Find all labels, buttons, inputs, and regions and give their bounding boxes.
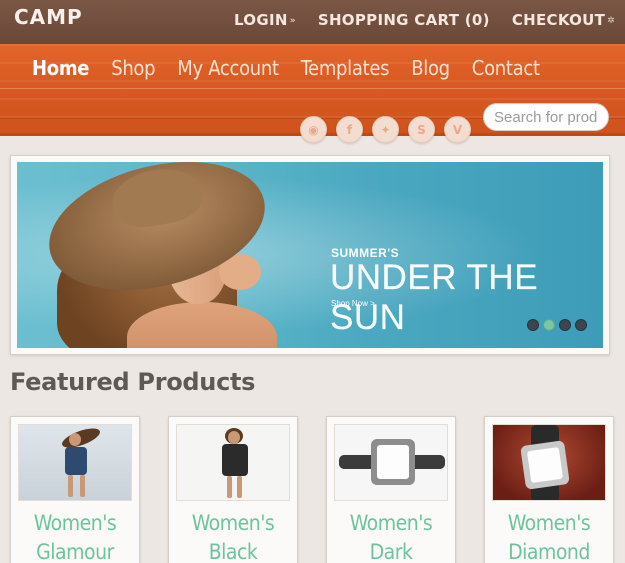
twitter-icon[interactable]: ✦	[372, 116, 399, 143]
nav-item-home[interactable]: Home	[32, 56, 89, 80]
product-image	[492, 424, 606, 501]
main-menu: Home Shop My Account Templates Blog Cont…	[32, 56, 540, 80]
slider-dot-active[interactable]	[543, 319, 555, 331]
login-link[interactable]: LOGIN»	[234, 11, 296, 29]
featured-products-title: Featured Products	[10, 368, 256, 396]
product-name[interactable]: Women's Dark	[327, 509, 455, 563]
rss-glyph: ◉	[308, 122, 319, 137]
figure-leg	[68, 475, 73, 497]
shop-now-link[interactable]: Shop Now >	[331, 299, 375, 308]
slider-dot[interactable]	[575, 319, 587, 331]
nav-item-shop[interactable]: Shop	[111, 56, 155, 80]
slider-dot[interactable]	[527, 319, 539, 331]
facebook-icon[interactable]: f	[336, 116, 363, 143]
social-links: ◉ f ✦ S V	[300, 116, 471, 143]
nav-divider	[0, 88, 625, 89]
nav-item-my-account[interactable]: My Account	[177, 56, 279, 80]
product-image	[18, 424, 132, 501]
skype-icon[interactable]: S	[408, 116, 435, 143]
rss-icon[interactable]: ◉	[300, 116, 327, 143]
figure-head	[228, 431, 240, 444]
figure-leg	[227, 476, 232, 498]
nav-item-contact[interactable]: Contact	[472, 56, 540, 80]
figure-leg	[237, 476, 242, 498]
vimeo-icon[interactable]: V	[444, 116, 471, 143]
cart-label: SHOPPING CART (0)	[317, 11, 490, 29]
slider-dot[interactable]	[559, 319, 571, 331]
twitter-glyph: ✦	[380, 122, 391, 137]
vimeo-glyph: V	[452, 122, 463, 137]
product-name[interactable]: Women's Black	[169, 509, 297, 563]
product-name[interactable]: Women's Glamour	[11, 509, 139, 563]
login-label: LOGIN	[233, 11, 288, 29]
product-card[interactable]: Women's Black	[168, 416, 298, 563]
skype-glyph: S	[417, 122, 426, 137]
product-image	[176, 424, 290, 501]
search-input[interactable]	[483, 103, 609, 131]
slider-dots	[527, 319, 587, 331]
figure-leg	[80, 475, 85, 497]
top-bar: CAMP LOGIN» SHOPPING CART (0) CHECKOUT ✲	[0, 0, 625, 44]
nav-item-blog[interactable]: Blog	[411, 56, 450, 80]
product-card[interactable]: Women's Glamour	[10, 416, 140, 563]
figure-head	[69, 433, 81, 446]
figure-top	[222, 444, 248, 476]
nav-item-templates[interactable]: Templates	[301, 56, 390, 80]
site-logo[interactable]: CAMP	[14, 5, 83, 29]
product-image	[334, 424, 448, 501]
facebook-glyph: f	[346, 122, 353, 137]
login-arrow-icon: »	[289, 15, 296, 26]
watch-face	[377, 445, 409, 479]
shopping-cart-link[interactable]: SHOPPING CART (0)	[318, 11, 490, 29]
checkout-label: CHECKOUT	[511, 11, 606, 29]
hero-banner[interactable]: SUMMER'S UNDER THE SUN Shop Now >	[17, 162, 603, 348]
watch-face	[526, 446, 564, 484]
product-card[interactable]: Women's Dark	[326, 416, 456, 563]
figure-dress	[65, 447, 87, 475]
hero-banner-frame: SUMMER'S UNDER THE SUN Shop Now >	[10, 155, 610, 355]
product-card[interactable]: Women's Diamond	[484, 416, 614, 563]
checkout-arrow-icon: ✲	[607, 15, 615, 26]
account-links: LOGIN» SHOPPING CART (0) CHECKOUT ✲	[234, 11, 615, 29]
checkout-link[interactable]: CHECKOUT ✲	[512, 11, 615, 29]
product-grid: Women's Glamour Women's Black Women's Da…	[10, 416, 614, 563]
product-name[interactable]: Women's Diamond	[485, 509, 613, 563]
